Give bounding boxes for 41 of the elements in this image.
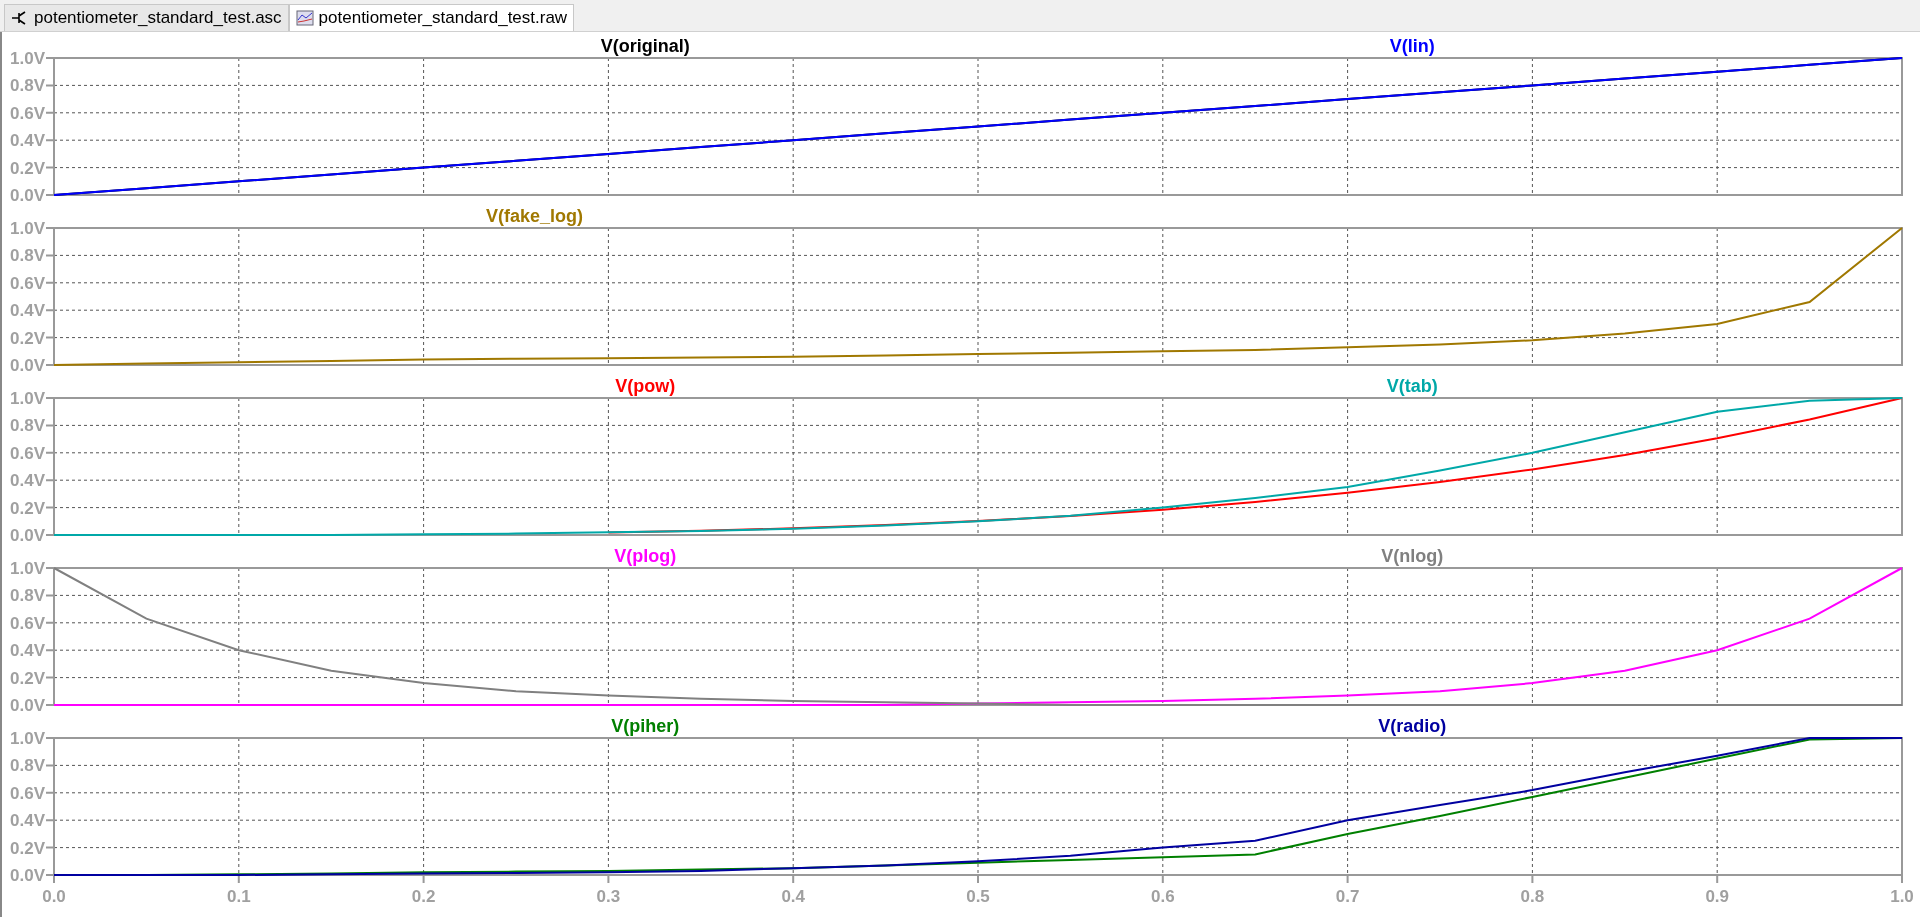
tick-label: 0.0V (10, 866, 45, 885)
tick-label: 0.6V (10, 443, 45, 463)
tick-label: 0.8V (10, 416, 45, 436)
tick-label: 0.3 (596, 887, 621, 906)
tick-label: 0.4 (781, 887, 805, 906)
tick-label: 0.2 (411, 887, 436, 906)
tick-label: 0.1 (227, 887, 251, 906)
tick-label: 0.8V (10, 76, 45, 96)
tick-label: 0.2V (10, 158, 45, 178)
tick-label: 0.4V (10, 641, 45, 661)
tick-label: 0.8 (1520, 887, 1545, 906)
tick-label: 0.7 (1335, 887, 1360, 906)
tick-label: 1.0V (10, 49, 45, 68)
tick-label: 0.2V (10, 668, 45, 688)
tick-label: 1.0V (10, 729, 45, 748)
tick-label: 0.0 (42, 887, 66, 906)
tick-label: 0.5 (966, 887, 990, 906)
tick-label: 0.0V (10, 526, 45, 542)
tick-label: 0.0V (10, 356, 45, 372)
tick-label: 0.6V (10, 273, 45, 293)
tick-label: 1.0V (10, 219, 45, 238)
tick-label: 1.0V (10, 389, 45, 408)
tick-label: 0.2V (10, 498, 45, 518)
tick-label: 0.4V (10, 471, 45, 491)
tick-label: 0.2V (10, 328, 45, 348)
tick-label: 0.0V (10, 186, 45, 202)
tick-label: 0.6V (10, 613, 45, 633)
tick-label: 0.6 (1151, 887, 1175, 906)
tick-label: 0.2V (10, 838, 45, 858)
tick-label: 0.8V (10, 246, 45, 266)
tick-label: 0.4V (10, 811, 45, 831)
tick-label: 0.0V (10, 696, 45, 712)
tick-label: 0.6V (10, 103, 45, 123)
tick-label: 1.0 (1890, 887, 1914, 906)
tick-label: 0.6V (10, 783, 45, 803)
tick-label: 0.8V (10, 586, 45, 606)
tick-label: 0.8V (10, 756, 45, 776)
tick-label: 0.9 (1705, 887, 1729, 906)
tick-label: 0.4V (10, 301, 45, 321)
tick-label: 0.4V (10, 131, 45, 151)
tick-label: 1.0V (10, 559, 45, 578)
